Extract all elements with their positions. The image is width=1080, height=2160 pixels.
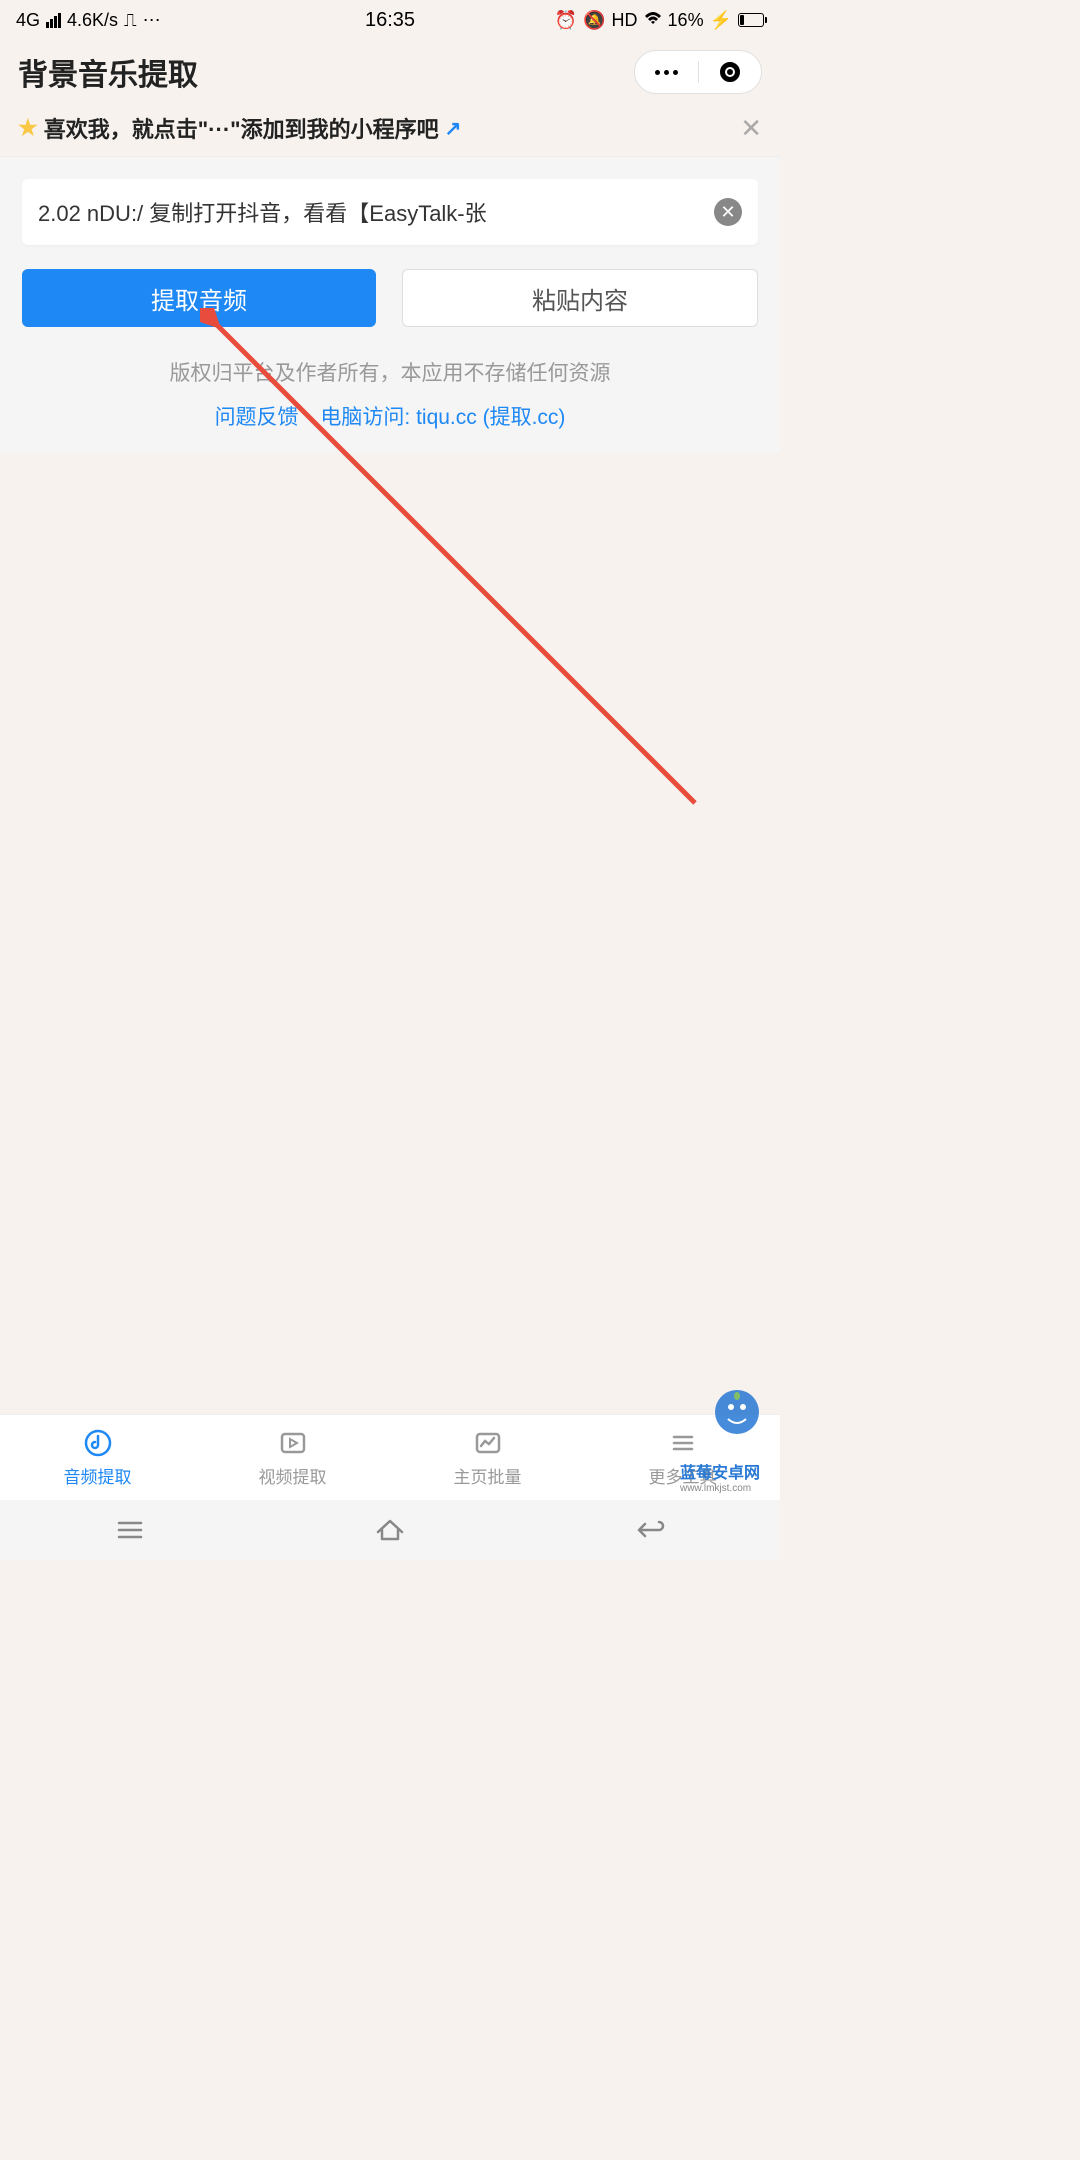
watermark-brand: 蓝莓安卓网 (680, 1465, 760, 1482)
tab-label: 视频提取 (259, 1463, 327, 1488)
battery-pct: 16% (668, 10, 704, 31)
close-target-icon (720, 62, 740, 82)
watermark-text: 蓝莓安卓网 www.lmkjst.com (680, 1459, 760, 1494)
extract-audio-button[interactable]: 提取音频 (22, 269, 376, 327)
more-dots-icon: ⋯ (143, 10, 161, 31)
tab-video-extract[interactable]: 视频提取 (195, 1415, 390, 1500)
feedback-link[interactable]: 问题反馈 (215, 406, 299, 429)
clear-input-button[interactable]: ✕ (714, 198, 742, 226)
paste-content-button[interactable]: 粘贴内容 (402, 269, 758, 327)
wifi-icon (644, 10, 662, 31)
pc-access-link[interactable]: 电脑访问: tiqu.cc (提取.cc) (320, 406, 565, 429)
banner-text: 喜欢我，就点击"···"添加到我的小程序吧 (44, 112, 439, 144)
hd-indicator: HD (612, 10, 638, 31)
alarm-icon: ⏰ (555, 10, 577, 31)
copyright-text: 版权归平台及作者所有，本应用不存储任何资源 (22, 357, 758, 387)
charge-icon: ⚡ (710, 10, 732, 31)
sys-back-button[interactable] (520, 1500, 780, 1560)
status-right: ⏰ 🔕 HD 16% ⚡ (555, 10, 764, 31)
mute-icon: 🔕 (583, 10, 605, 31)
url-input-box[interactable]: 2.02 nDU:/ 复制打开抖音，看看【EasyTalk-张 ✕ (22, 179, 758, 245)
favorite-banner: ★ 喜欢我，就点击"···"添加到我的小程序吧 ↗ ✕ (0, 104, 780, 157)
signal-icon (46, 13, 61, 28)
bottom-tab-bar: 音频提取 视频提取 主页批量 更多工具 (0, 1414, 780, 1500)
page-title: 背景音乐提取 (18, 50, 198, 94)
tab-audio-extract[interactable]: 音频提取 (0, 1415, 195, 1500)
network-type: 4G (16, 10, 40, 31)
banner-content: ★ 喜欢我，就点击"···"添加到我的小程序吧 ↗ (18, 112, 461, 144)
capsule-close-button[interactable] (699, 51, 762, 93)
capsule-menu-button[interactable] (635, 51, 698, 93)
star-icon: ★ (18, 115, 38, 141)
close-icon: ✕ (720, 202, 735, 223)
app-header: 背景音乐提取 (0, 40, 780, 104)
menu-dots-icon (655, 70, 678, 75)
status-left: 4G 4.6K/s ⎍ ⋯ (16, 10, 161, 31)
battery-icon (738, 13, 764, 27)
banner-close-button[interactable]: ✕ (740, 113, 762, 144)
links-row: 问题反馈 电脑访问: tiqu.cc (提取.cc) (22, 401, 758, 431)
trend-arrow-icon: ↗ (445, 116, 462, 141)
status-time: 16:35 (365, 9, 415, 32)
tab-label: 主页批量 (454, 1463, 522, 1488)
usb-icon: ⎍ (124, 10, 137, 31)
tab-batch[interactable]: 主页批量 (390, 1415, 585, 1500)
video-icon (277, 1427, 309, 1459)
main-content: 2.02 nDU:/ 复制打开抖音，看看【EasyTalk-张 ✕ 提取音频 粘… (0, 157, 780, 453)
batch-icon (472, 1427, 504, 1459)
sys-recent-button[interactable] (0, 1500, 260, 1560)
url-input-text: 2.02 nDU:/ 复制打开抖音，看看【EasyTalk-张 (38, 196, 714, 228)
status-bar: 4G 4.6K/s ⎍ ⋯ 16:35 ⏰ 🔕 HD 16% ⚡ (0, 0, 780, 40)
more-icon (667, 1427, 699, 1459)
tab-label: 音频提取 (64, 1463, 132, 1488)
audio-icon (82, 1427, 114, 1459)
miniprogram-capsule (634, 50, 762, 94)
watermark-logo (714, 1389, 760, 1440)
system-nav-bar (0, 1500, 780, 1560)
network-speed: 4.6K/s (67, 10, 118, 31)
watermark-url: www.lmkjst.com (680, 1483, 760, 1494)
sys-home-button[interactable] (260, 1500, 520, 1560)
action-buttons: 提取音频 粘贴内容 (22, 269, 758, 327)
